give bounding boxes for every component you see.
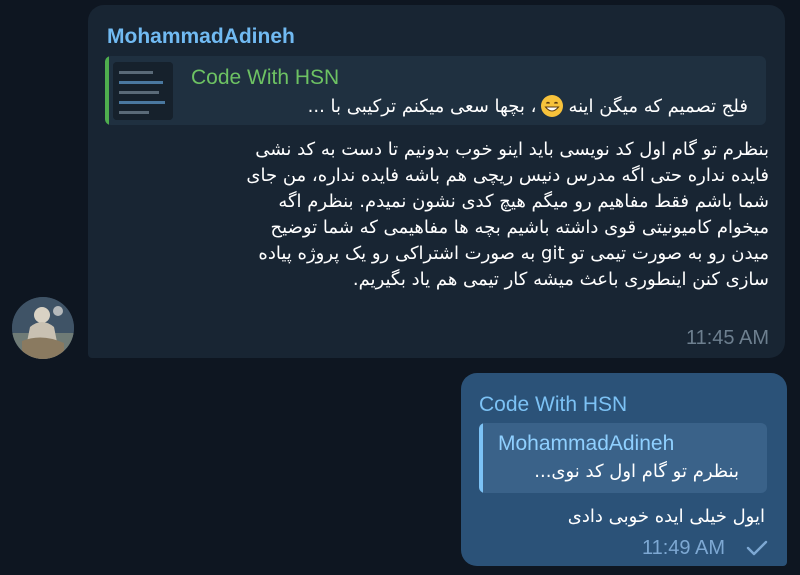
check-icon — [746, 540, 768, 556]
message-sender-name[interactable]: MohammadAdineh — [107, 25, 295, 49]
grinning-face-icon — [541, 95, 564, 117]
reply-preview[interactable]: Code With HSN فلج تصمیم که میگن اینه ، ب… — [105, 56, 766, 125]
reply-preview[interactable]: MohammadAdineh بنظرم تو گام اول کد نوی..… — [479, 423, 767, 493]
outgoing-message-bubble[interactable]: Code With HSN MohammadAdineh بنظرم تو گا… — [461, 373, 787, 566]
message-line: سازی کنن اینطوری باعث میشه کار تیمی هم ی… — [352, 269, 769, 290]
message-text: بنظرم تو گام اول کد نویسی باید اینو خوب … — [119, 137, 769, 293]
message-line: میدن رو به صورت تیمی تو git به صورت اشتر… — [258, 243, 769, 264]
message-sender-name[interactable]: Code With HSN — [479, 393, 627, 417]
message-timestamp: 11:49 AM — [641, 537, 725, 559]
reply-accent-bar — [479, 423, 483, 493]
sender-avatar[interactable] — [12, 297, 74, 359]
message-line: فایده نداره حتی اگه مدرس دنیس ریچی هم با… — [246, 165, 769, 186]
message-line: میخوام کامیونیتی قوی داشته باشیم بچه ها … — [270, 217, 769, 238]
message-line: بنظرم تو گام اول کد نویسی باید اینو خوب … — [255, 139, 769, 160]
reply-quote: فلج تصمیم که میگن اینه ، بچها سعی میکنم … — [308, 94, 748, 118]
incoming-message-bubble[interactable]: MohammadAdineh Code With HSN فلج تصمیم ک… — [88, 5, 785, 358]
reply-quote: بنظرم تو گام اول کد نوی... — [534, 461, 739, 482]
reply-quote-part-1: فلج تصمیم که میگن اینه — [568, 95, 748, 117]
reply-thumbnail — [113, 62, 173, 120]
message-timestamp: 11:45 AM — [685, 327, 769, 349]
reply-title: Code With HSN — [191, 66, 340, 89]
message-text: ایول خیلی ایده خوبی دادی — [567, 506, 765, 527]
reply-title: MohammadAdineh — [498, 432, 675, 455]
message-line: شما باشم فقط مفاهیم رو میگم هیچ کدی نشون… — [278, 191, 769, 212]
reply-quote-part-2: ، بچها سعی میکنم ترکیبی با ... — [307, 95, 537, 117]
reply-accent-bar — [105, 56, 109, 125]
